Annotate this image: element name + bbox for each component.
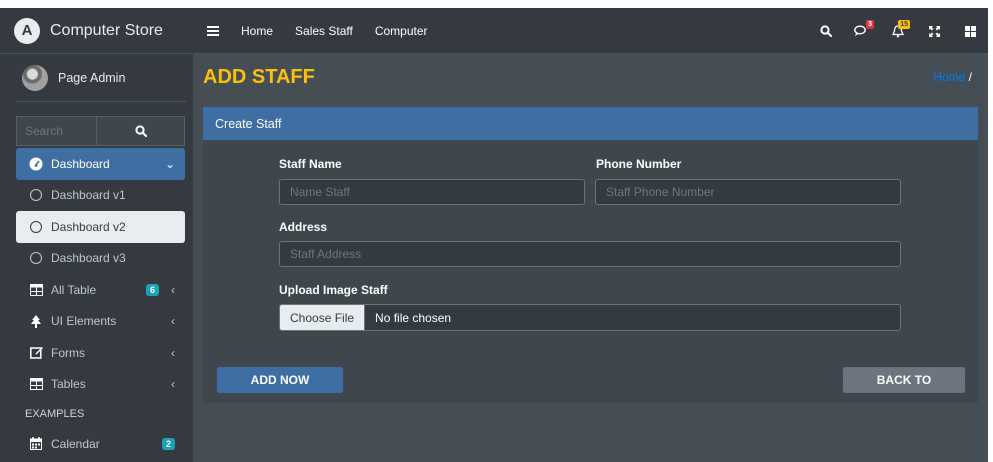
nav-link-home[interactable]: Home <box>241 24 273 38</box>
breadcrumb-home[interactable]: Home <box>933 70 965 84</box>
nav-header-examples: EXAMPLES <box>25 408 85 420</box>
address-input[interactable] <box>279 241 901 267</box>
search-icon <box>820 25 832 37</box>
count-badge: 2 <box>161 437 175 450</box>
brand-name: Computer Store <box>50 21 163 39</box>
tachometer-icon <box>29 157 43 171</box>
circle-icon <box>29 220 43 234</box>
back-to-button[interactable]: BACK TO <box>843 367 965 393</box>
breadcrumb: Home / <box>933 70 972 84</box>
notifications-button[interactable]: 15 <box>880 8 916 54</box>
circle-icon <box>29 251 43 265</box>
search-input[interactable] <box>16 116 96 146</box>
staff-name-label: Staff Name <box>279 157 342 171</box>
sidebar-search <box>16 116 185 146</box>
circle-icon <box>29 188 43 202</box>
sidebar-item-dashboard-v3[interactable]: Dashboard v3 <box>16 243 185 275</box>
chevron-left-icon: ‹ <box>171 345 175 360</box>
sidebar-item-label: Forms <box>51 345 85 360</box>
sidebar-nav: Dashboard ⌄ Dashboard v1 Dashboard v2 Da… <box>16 148 185 460</box>
create-staff-card: Create Staff Staff Name Phone Number Add… <box>203 107 978 403</box>
count-badge: 6 <box>145 283 159 296</box>
phone-number-label: Phone Number <box>596 157 682 171</box>
brand-link[interactable]: A Computer Store <box>0 8 193 54</box>
sidebar-item-calendar[interactable]: Calendar 2 <box>16 428 185 460</box>
sidebar-item-label: Tables <box>51 377 86 392</box>
chevron-left-icon: ‹ <box>171 377 175 392</box>
messages-button[interactable]: 3 <box>844 8 880 54</box>
add-now-button[interactable]: ADD NOW <box>217 367 343 393</box>
navbar-search-button[interactable] <box>808 8 844 54</box>
navbar-icons: 3 15 <box>808 8 988 54</box>
sidebar-item-label: Dashboard v2 <box>51 219 126 234</box>
file-status: No file chosen <box>375 310 452 325</box>
sidebar-item-dashboard-v1[interactable]: Dashboard v1 <box>16 180 185 212</box>
notifications-badge: 15 <box>898 20 910 29</box>
upload-image-label: Upload Image Staff <box>279 283 388 297</box>
table-icon <box>29 283 43 297</box>
address-label: Address <box>279 220 328 234</box>
sidebar: A Computer Store Page Admin Dashboard ⌄ <box>0 8 193 462</box>
sidebar-item-ui-elements[interactable]: UI Elements ‹ <box>16 306 185 338</box>
sidebar-item-tables[interactable]: Tables ‹ <box>16 369 185 401</box>
chevron-down-icon: ⌄ <box>164 156 175 171</box>
sidebar-item-label: Dashboard v3 <box>51 251 126 266</box>
top-navbar: Home Sales Staff Computer 3 15 <box>193 8 988 54</box>
choose-file-button[interactable]: Choose File <box>280 305 366 330</box>
sidebar-item-dashboard[interactable]: Dashboard ⌄ <box>16 148 185 180</box>
sidebar-item-label: Dashboard v1 <box>51 188 126 203</box>
th-large-icon <box>964 25 976 37</box>
sidebar-item-label: All Table <box>51 282 97 297</box>
search-button[interactable] <box>96 116 185 146</box>
sidebar-item-label: UI Elements <box>51 314 117 329</box>
control-sidebar-button[interactable] <box>952 8 988 54</box>
sidebar-item-label: Dashboard <box>51 156 110 171</box>
chevron-left-icon: ‹ <box>171 282 175 297</box>
sidebar-item-forms[interactable]: Forms ‹ <box>16 337 185 369</box>
calendar-icon <box>29 437 43 451</box>
tree-icon <box>29 314 43 328</box>
brand-logo-icon: A <box>14 17 40 44</box>
card-title: Create Staff <box>203 107 978 140</box>
staff-name-input[interactable] <box>279 179 585 205</box>
search-icon <box>134 125 147 137</box>
menu-toggle-icon[interactable] <box>207 25 219 36</box>
user-panel[interactable]: Page Admin <box>16 55 186 102</box>
app-window: A Computer Store Page Admin Dashboard ⌄ <box>0 8 988 462</box>
table-icon <box>29 377 43 391</box>
content-area: ADD STAFF Home / Create Staff Staff Name… <box>193 54 988 462</box>
expand-icon <box>928 25 940 37</box>
fullscreen-button[interactable] <box>916 8 952 54</box>
sidebar-item-dashboard-v2[interactable]: Dashboard v2 <box>16 211 185 243</box>
image-file-input[interactable]: Choose File No file chosen <box>279 304 901 331</box>
nav-link-computer[interactable]: Computer <box>375 24 428 38</box>
chevron-left-icon: ‹ <box>171 314 175 329</box>
nav-link-sales-staff[interactable]: Sales Staff <box>295 24 353 38</box>
edit-icon <box>29 346 43 360</box>
sidebar-item-label: Calendar <box>51 436 100 451</box>
phone-number-input[interactable] <box>595 179 901 205</box>
avatar <box>22 65 48 91</box>
breadcrumb-separator: / <box>968 70 972 84</box>
messages-badge: 3 <box>866 20 874 29</box>
sidebar-item-all-table[interactable]: All Table 6 ‹ <box>16 274 185 306</box>
user-name: Page Admin <box>58 71 126 85</box>
page-title: ADD STAFF <box>203 66 315 88</box>
